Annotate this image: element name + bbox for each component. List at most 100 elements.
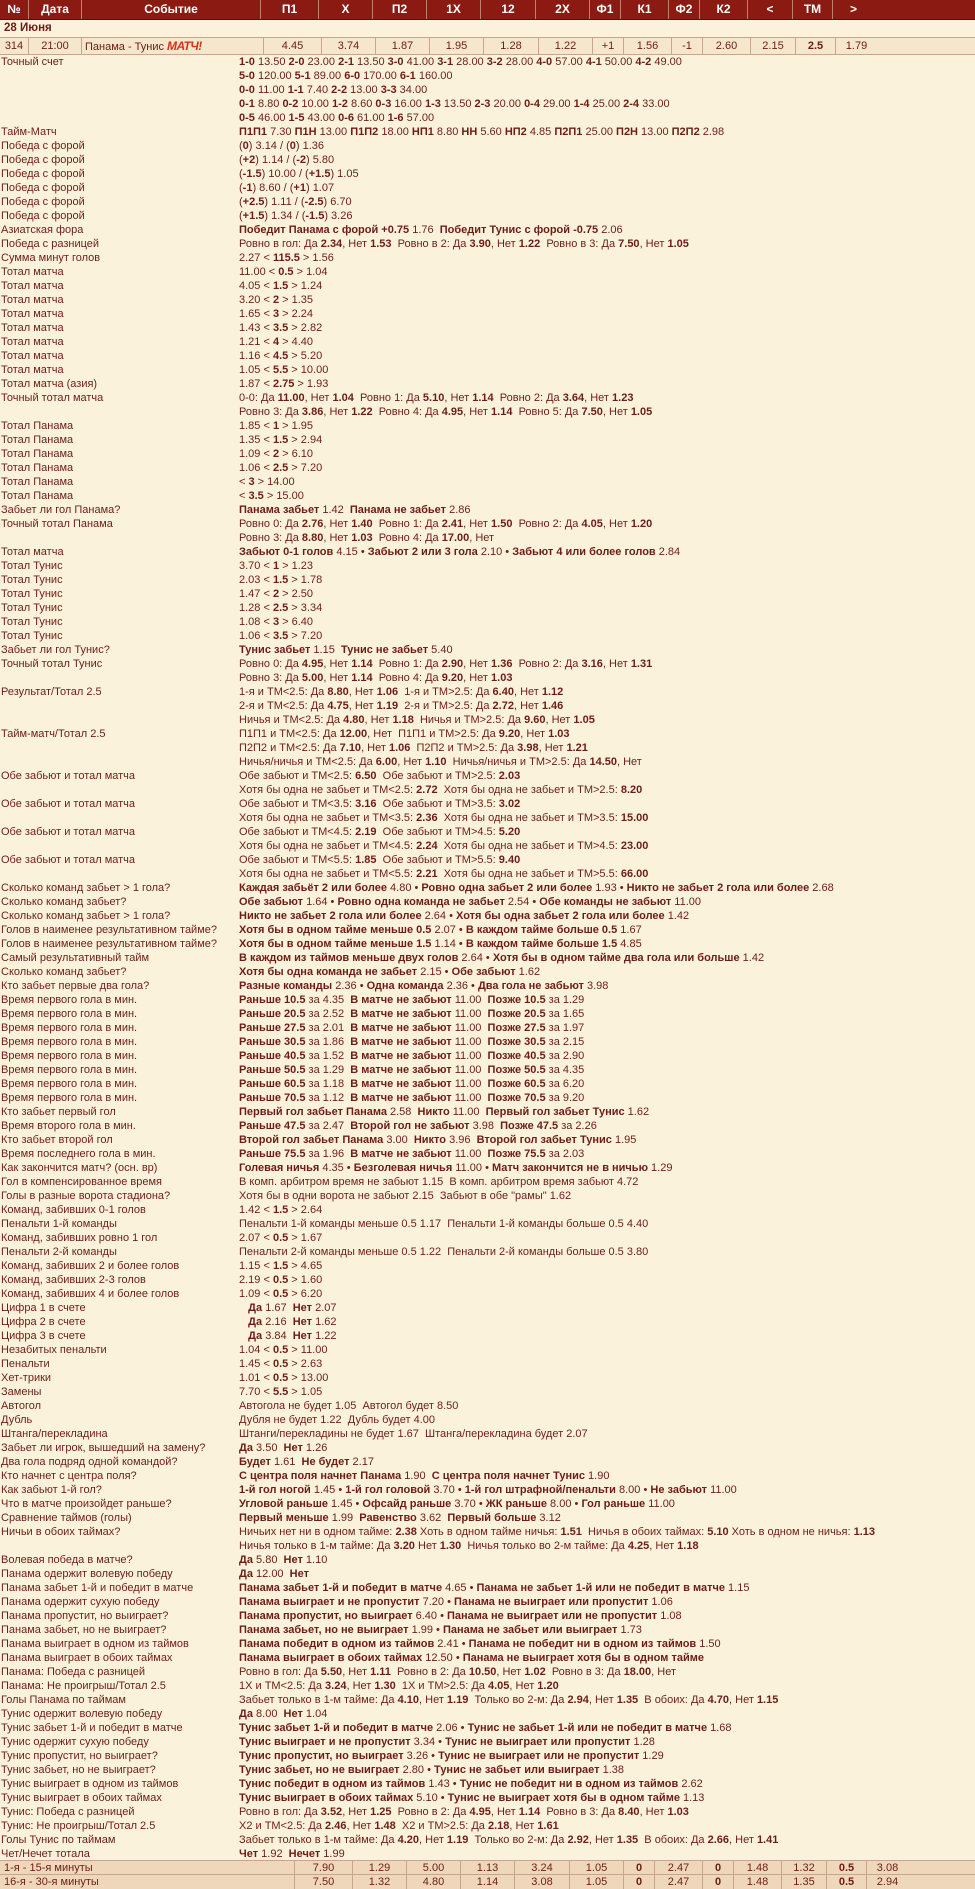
market-odds[interactable]: Раньше 70.5 за 1.12 В матче не забьют 11… bbox=[239, 1091, 975, 1105]
market-odds[interactable]: 1.45 < 0.5 > 2.63 bbox=[239, 1357, 975, 1371]
odds-cell[interactable]: 1.32 bbox=[352, 1875, 406, 1889]
odds-cell[interactable]: 2.47 bbox=[654, 1875, 702, 1889]
column-header[interactable]: П2 bbox=[372, 0, 426, 19]
market-odds[interactable]: Забьет только в 1-м тайме: Да 4.10, Нет … bbox=[239, 1693, 975, 1707]
interval-row[interactable]: 16-я - 30-я минуты 7.50 1.32 4.80 1.14 3.08 1.… bbox=[0, 1874, 975, 1889]
market-odds[interactable]: (+2) 1.14 / (-2) 5.80 bbox=[239, 153, 975, 167]
odds-cell[interactable]: 1.79 bbox=[835, 38, 877, 54]
market-odds[interactable]: Панама забьет 1-й и победит в матче 4.65… bbox=[239, 1581, 975, 1595]
market-odds[interactable]: Раньше 27.5 за 2.01 В матче не забьют 11… bbox=[239, 1021, 975, 1035]
market-odds[interactable]: 2.19 < 0.5 > 1.60 bbox=[239, 1273, 975, 1287]
market-odds[interactable]: 1.06 < 2.5 > 7.20 bbox=[239, 461, 975, 475]
market-odds[interactable]: Никто не забьет 2 гола или более 2.64 • … bbox=[239, 909, 975, 923]
market-odds[interactable]: (-1.5) 10.00 / (+1.5) 1.05 bbox=[239, 167, 975, 181]
market-odds[interactable]: 1.87 < 2.75 > 1.93 bbox=[239, 377, 975, 391]
market-odds[interactable]: 0-5 46.00 1-5 43.00 0-6 61.00 1-6 57.00 bbox=[239, 111, 975, 125]
market-odds[interactable]: С центра поля начнет Панама 1.90 С центр… bbox=[239, 1469, 975, 1483]
market-odds[interactable]: Первый гол забьет Панама 2.58 Никто 11.0… bbox=[239, 1105, 975, 1119]
odds-cell[interactable]: 0 bbox=[623, 1861, 654, 1875]
market-odds[interactable]: Ровно 0: Да 4.95, Нет 1.14 Ровно 1: Да 2… bbox=[239, 657, 975, 671]
column-header[interactable]: Дата bbox=[28, 0, 81, 19]
market-odds[interactable]: Панама выиграет в обоих таймах 12.50 • П… bbox=[239, 1651, 975, 1665]
market-odds[interactable]: Хотя бы одна не забьет и ТМ<4.5: 2.24 Хо… bbox=[239, 839, 975, 853]
market-odds[interactable]: В каждом из таймов меньше двух голов 2.6… bbox=[239, 951, 975, 965]
market-odds[interactable]: 1.15 < 1.5 > 4.65 bbox=[239, 1259, 975, 1273]
market-odds[interactable]: Раньше 10.5 за 4.35 В матче не забьют 11… bbox=[239, 993, 975, 1007]
market-odds[interactable]: Второй гол забьет Панама 3.00 Никто 3.96… bbox=[239, 1133, 975, 1147]
market-odds[interactable]: Тунис забьет 1.15 Тунис не забьет 5.40 bbox=[239, 643, 975, 657]
market-odds[interactable]: Да 5.80 Нет 1.10 bbox=[239, 1553, 975, 1567]
market-odds[interactable]: 1-0 13.50 2-0 23.00 2-1 13.50 3-0 41.00 … bbox=[239, 55, 975, 69]
market-odds[interactable]: Голевая ничья 4.35 • Безголевая ничья 11… bbox=[239, 1161, 975, 1175]
market-odds[interactable]: 4.05 < 1.5 > 1.24 bbox=[239, 279, 975, 293]
market-odds[interactable]: Тунис забьет, но не выиграет 2.80 • Туни… bbox=[239, 1763, 975, 1777]
market-odds[interactable]: Да 1.67 Нет 2.07 bbox=[239, 1301, 975, 1315]
market-odds[interactable]: 1.65 < 3 > 2.24 bbox=[239, 307, 975, 321]
market-odds[interactable]: Обе забьют и ТМ<5.5: 1.85 Обе забьют и Т… bbox=[239, 853, 975, 867]
odds-cell[interactable]: 1.13 bbox=[460, 1861, 514, 1875]
odds-cell[interactable]: 0.5 bbox=[826, 1875, 866, 1889]
market-odds[interactable]: Забьют 0-1 голов 4.15 • Забьют 2 или 3 г… bbox=[239, 545, 975, 559]
market-odds[interactable]: Обе забьют и ТМ<4.5: 2.19 Обе забьют и Т… bbox=[239, 825, 975, 839]
market-odds[interactable]: Раньше 60.5 за 1.18 В матче не забьют 11… bbox=[239, 1077, 975, 1091]
market-odds[interactable]: < 3.5 > 15.00 bbox=[239, 489, 975, 503]
odds-cell[interactable]: 0 bbox=[702, 1875, 733, 1889]
market-odds[interactable]: Чет 1.92 Нечет 1.99 bbox=[239, 1847, 975, 1861]
odds-cell[interactable]: -1 bbox=[671, 38, 702, 54]
market-odds[interactable]: Панама забьет, но не выиграет 1.99 • Пан… bbox=[239, 1623, 975, 1637]
odds-cell[interactable]: 7.90 bbox=[294, 1861, 352, 1875]
market-odds[interactable]: Раньше 50.5 за 1.29 В матче не забьют 11… bbox=[239, 1063, 975, 1077]
market-odds[interactable]: Панама забьет 1.42 Панама не забьет 2.86 bbox=[239, 503, 975, 517]
column-header[interactable]: X bbox=[318, 0, 372, 19]
market-odds[interactable]: Пенальти 2-й команды меньше 0.5 1.22 Пен… bbox=[239, 1245, 975, 1259]
market-odds[interactable]: 2.27 < 115.5 > 1.56 bbox=[239, 251, 975, 265]
market-odds[interactable]: (0) 3.14 / (0) 1.36 bbox=[239, 139, 975, 153]
column-header[interactable]: Событие bbox=[81, 0, 260, 19]
odds-cell[interactable]: 1.48 bbox=[733, 1861, 781, 1875]
column-header[interactable]: < bbox=[747, 0, 792, 19]
market-odds[interactable]: 2.03 < 1.5 > 1.78 bbox=[239, 573, 975, 587]
market-odds[interactable]: 1.05 < 5.5 > 10.00 bbox=[239, 363, 975, 377]
market-odds[interactable]: Тунис забьет 1-й и победит в матче 2.06 … bbox=[239, 1721, 975, 1735]
odds-cell[interactable]: 2.47 bbox=[654, 1861, 702, 1875]
market-odds[interactable]: 5-0 120.00 5-1 89.00 6-0 170.00 6-1 160.… bbox=[239, 69, 975, 83]
market-odds[interactable]: 11.00 < 0.5 > 1.04 bbox=[239, 265, 975, 279]
market-odds[interactable]: Победит Панама с форой +0.75 1.76 Победи… bbox=[239, 223, 975, 237]
market-odds[interactable]: Автогола не будет 1.05 Автогол будет 8.5… bbox=[239, 1399, 975, 1413]
market-odds[interactable]: П1П1 и ТМ<2.5: Да 12.00, Нет П1П1 и ТМ>2… bbox=[239, 727, 975, 741]
market-odds[interactable]: < 3 > 14.00 bbox=[239, 475, 975, 489]
market-odds[interactable]: Тунис победит в одном из таймов 1.43 • Т… bbox=[239, 1777, 975, 1791]
column-header[interactable]: № bbox=[0, 0, 28, 19]
odds-cell[interactable]: 1.05 bbox=[569, 1861, 623, 1875]
market-odds[interactable]: Да 3.50 Нет 1.26 bbox=[239, 1441, 975, 1455]
market-odds[interactable]: 1.09 < 0.5 > 6.20 bbox=[239, 1287, 975, 1301]
market-odds[interactable]: Штанги/перекладины не будет 1.67 Штанга/… bbox=[239, 1427, 975, 1441]
market-odds[interactable]: Да 3.84 Нет 1.22 bbox=[239, 1329, 975, 1343]
market-odds[interactable]: Каждая забьёт 2 или более 4.80 • Ровно о… bbox=[239, 881, 975, 895]
market-odds[interactable]: 1.85 < 1 > 1.95 bbox=[239, 419, 975, 433]
odds-cell[interactable]: 7.50 bbox=[294, 1875, 352, 1889]
odds-cell[interactable]: 4.45 bbox=[263, 38, 321, 54]
market-odds[interactable]: 2.07 < 0.5 > 1.67 bbox=[239, 1231, 975, 1245]
event-row[interactable]: 314 21:00 Панама - Тунис МАТЧ! 4.45 3.74 1.87 1… bbox=[0, 38, 975, 55]
odds-cell[interactable]: 1.95 bbox=[429, 38, 483, 54]
market-odds[interactable]: Раньше 47.5 за 2.47 Второй гол не забьют… bbox=[239, 1119, 975, 1133]
market-odds[interactable]: П1П1 7.30 П1Н 13.00 П1П2 18.00 НП1 8.80 … bbox=[239, 125, 975, 139]
market-odds[interactable]: Ровно в гол: Да 5.50, Нет 1.11 Ровно в 2… bbox=[239, 1665, 975, 1679]
market-odds[interactable]: Пенальти 1-й команды меньше 0.5 1.17 Пен… bbox=[239, 1217, 975, 1231]
odds-cell[interactable]: 0.5 bbox=[826, 1861, 866, 1875]
market-odds[interactable]: Тунис выиграет в обоих таймах 5.10 • Тун… bbox=[239, 1791, 975, 1805]
market-odds[interactable]: 7.70 < 5.5 > 1.05 bbox=[239, 1385, 975, 1399]
market-odds[interactable]: 1.43 < 3.5 > 2.82 bbox=[239, 321, 975, 335]
odds-cell[interactable]: 3.08 bbox=[866, 1861, 908, 1875]
market-odds[interactable]: Раньше 20.5 за 2.52 В матче не забьют 11… bbox=[239, 1007, 975, 1021]
market-odds[interactable]: Обе забьют 1.64 • Ровно одна команда не … bbox=[239, 895, 975, 909]
odds-cell[interactable]: +1 bbox=[592, 38, 623, 54]
market-odds[interactable]: Раньше 40.5 за 1.52 В матче не забьют 11… bbox=[239, 1049, 975, 1063]
market-odds[interactable]: 1.47 < 2 > 2.50 bbox=[239, 587, 975, 601]
market-odds[interactable]: 0-0: Да 11.00, Нет 1.04 Ровно 1: Да 5.10… bbox=[239, 391, 975, 405]
market-odds[interactable]: Хотя бы в одни ворота не забьют 2.15 Заб… bbox=[239, 1189, 975, 1203]
odds-cell[interactable]: 2.15 bbox=[750, 38, 795, 54]
market-odds[interactable]: 1.21 < 4 > 4.40 bbox=[239, 335, 975, 349]
market-odds[interactable]: В комп. арбитром время не забьют 1.15 В … bbox=[239, 1175, 975, 1189]
